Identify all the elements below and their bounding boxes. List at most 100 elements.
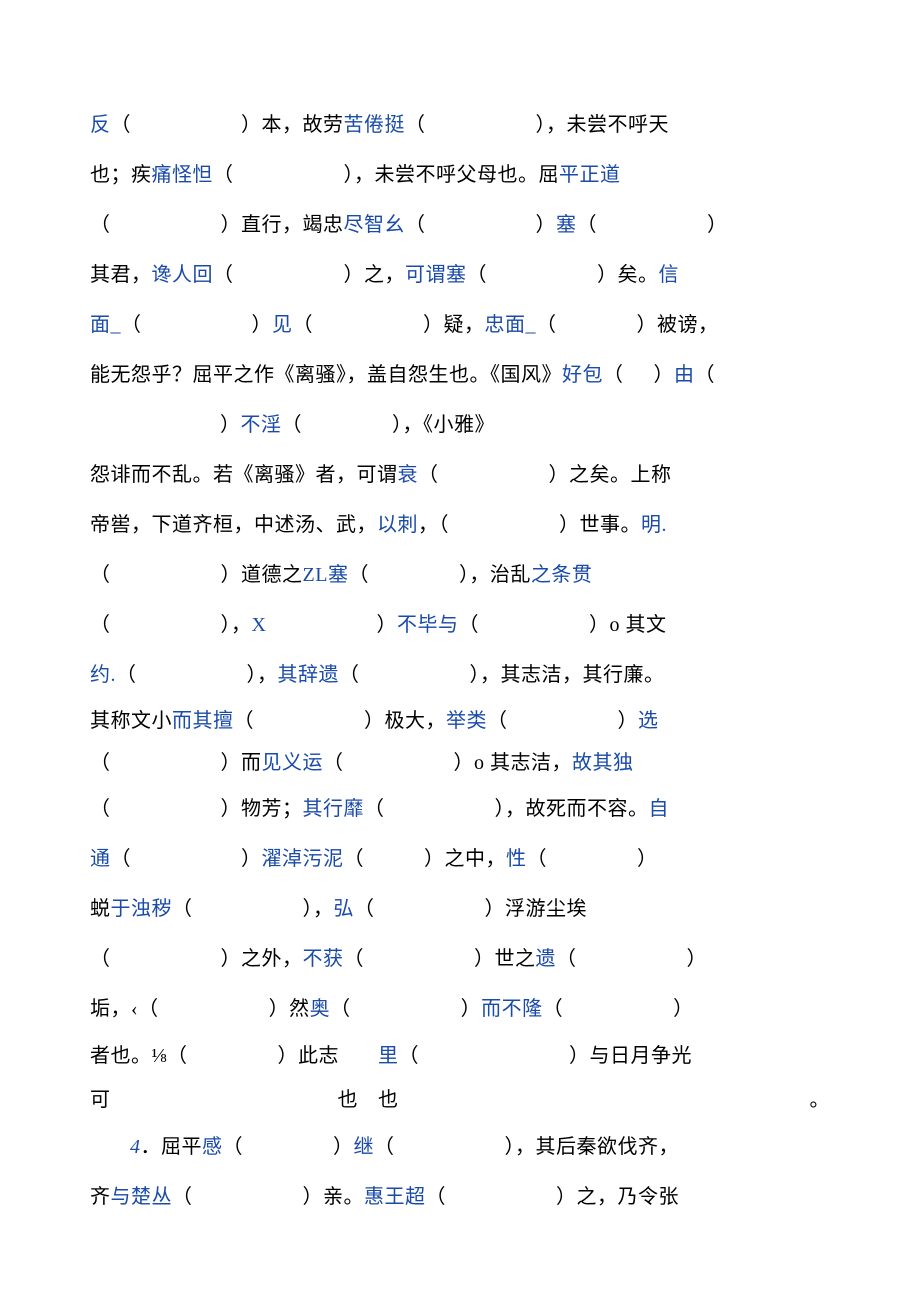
text: 塞 [556,214,577,236]
text: ）极大， [364,710,446,732]
text: （ [90,214,111,236]
text: 其君， [90,264,152,286]
text: ）之，乃令张 [556,1186,679,1208]
text: （ [172,1186,193,1208]
text: ） [461,998,482,1020]
text: 塞 [328,564,349,586]
text: ）亲。 [303,1186,365,1208]
text: ZL [303,564,328,586]
document-page: 反（）本，故劳苦倦挺（），未尝不呼天 也；疾痛怪怛（），未尝不呼父母也。屈平正道… [0,0,920,1282]
text: 于浊秽 [111,898,173,920]
text: （ [172,898,193,920]
text: 4 [130,1136,141,1158]
text: （ [344,948,365,970]
text: ） [654,364,675,386]
text: ） [252,314,273,336]
text: ）， [303,898,334,920]
text: （ [213,164,234,186]
text: 蜕 [90,898,111,920]
text: 感 [202,1136,223,1158]
text: （ [603,364,624,386]
text: （ [344,848,365,870]
text-line: （），X）不毕与（）o 其文 [90,600,830,650]
text: 约. [90,664,116,686]
text: 故其独 [572,752,634,774]
text: （ [527,848,548,870]
text-line: 怨诽而不乱。若《离骚》者，可谓衰（）之矣。上称 [90,450,830,500]
text-line: 反（）本，故劳苦倦挺（），未尝不呼天 [90,100,830,150]
text: 奥 [310,998,331,1020]
text: 面_ [90,314,121,336]
text: ） [673,998,694,1020]
text: ）直行，竭忠 [221,214,344,236]
text: ）之外， [221,948,303,970]
text: （ [364,798,385,820]
text: ）被谤， [637,314,719,336]
text: 其辞遗 [278,664,340,686]
text: （ [90,564,111,586]
text: 其称文小 [90,710,172,732]
text: 者也。⅛（ [90,1045,188,1067]
text-line: 帝喾，下道齐桓，中述汤、武，以刺，（）世事。明. [90,500,830,550]
text: 弘 [334,898,355,920]
text: 自 [649,798,670,820]
text: （ [405,214,426,236]
text: ）浮游尘埃 [485,898,588,920]
text: （ [223,1136,244,1158]
text: 垢，‹（ [90,998,159,1020]
text: 也；疾 [90,164,152,186]
text: 而其擅 [172,710,234,732]
text: 苦倦挺 [344,114,406,136]
text: ） [241,848,262,870]
text: 与楚丛 [111,1186,173,1208]
text: ）， [247,664,278,686]
text: （ [543,998,564,1020]
text: 继 [354,1136,375,1158]
text: 帝喾，下道齐桓，中述汤、武， [90,514,377,536]
text: （ [556,948,577,970]
text: （ [323,752,344,774]
text: ）疑， [423,314,485,336]
text: 怨诽而不乱。若《离骚》者，可谓 [90,464,398,486]
text: 能无怨乎？屈平之作《离骚》，盖自怨生也。《国风》 [90,364,562,386]
text: 其行靡 [303,798,365,820]
text: ）然 [269,998,310,1020]
text: （ [374,1136,395,1158]
text: （ [213,264,234,286]
text: （ [293,314,314,336]
text: ）本，故劳 [241,114,344,136]
text: （ [330,998,351,1020]
text: 遗 [536,948,557,970]
text-line: （）道德之ZL塞（），治乱之条贯 [90,550,830,600]
text: （ [348,564,369,586]
text: ），治乱 [459,564,531,586]
text: （ [116,664,137,686]
text-line: 其称文小而其擅（）极大，举类（）选 [90,700,830,742]
text: 衰 [398,464,419,486]
text: ） [333,1136,354,1158]
text: 不淫 [241,414,282,436]
text: ），未尝不呼父母也。屈 [344,164,560,186]
text: 通 [90,848,111,870]
text-line: （）之外，不获（）世之遗（） [90,934,830,984]
text: 也 [378,1089,399,1111]
text-line: 其君，谗人回（）之，可谓塞（）矣。信 [90,250,830,300]
text: ） [536,214,557,236]
text: 齐 [90,1186,111,1208]
text-line: 4．屈平感（）继（），其后秦欲伐齐， [90,1122,830,1172]
text: （ [90,614,111,636]
text: 惠王超 [364,1186,426,1208]
text: ）之， [344,264,406,286]
text: 。 [810,1089,831,1111]
text: 选 [638,710,659,732]
text: ） [220,414,241,436]
text: （ [487,710,508,732]
text: ） [687,948,708,970]
text-line: 通（）濯淖污泥（）之中，性（） [90,834,830,884]
text: ），未尝不呼天 [536,114,670,136]
text: 由 [674,364,695,386]
text-line: 垢，‹（）然奥（）而不隆（） [90,984,830,1034]
text: （ [90,752,111,774]
text: ）矣。 [597,264,659,286]
text: 不毕与 [397,614,459,636]
